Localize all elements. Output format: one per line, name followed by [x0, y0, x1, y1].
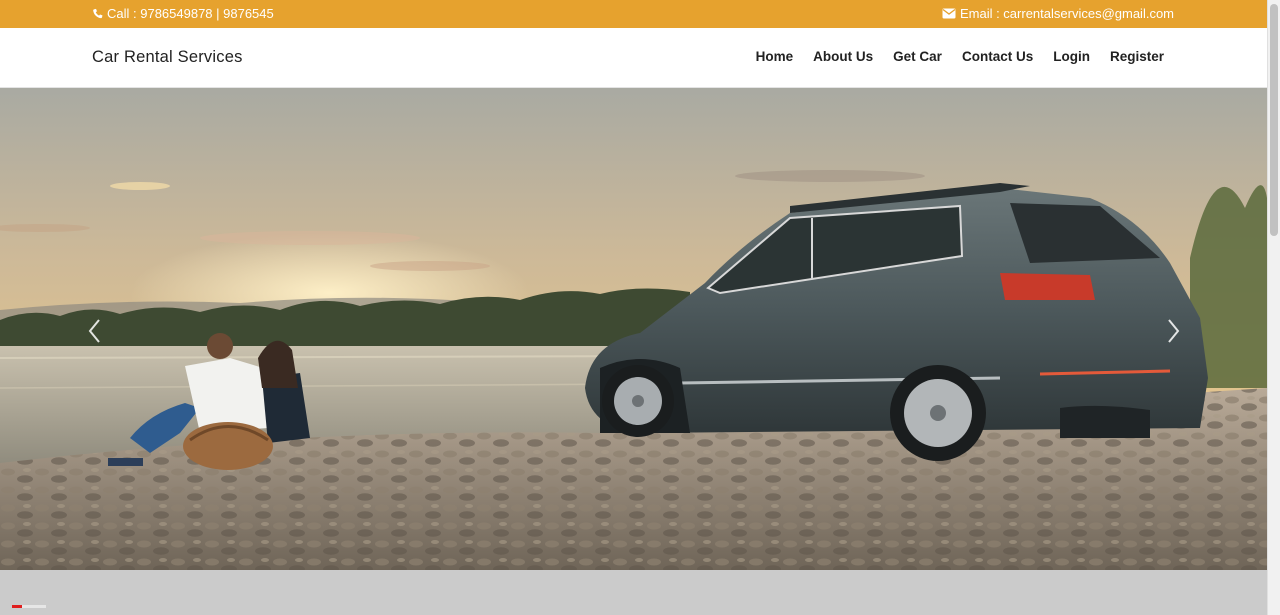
hero-carousel [0, 88, 1267, 570]
envelope-icon [942, 8, 956, 19]
carousel-next-button[interactable] [1158, 316, 1188, 346]
contact-bar: Call : 9786549878 | 9876545 Email : carr… [0, 0, 1267, 28]
content-section [0, 570, 1267, 615]
page: Call : 9786549878 | 9876545 Email : carr… [0, 0, 1280, 615]
navbar: Car Rental Services Home About Us Get Ca… [0, 28, 1267, 88]
nav-register[interactable]: Register [1110, 49, 1164, 64]
scrollbar-thumb[interactable] [1270, 4, 1278, 236]
vertical-scrollbar[interactable] [1267, 0, 1280, 615]
email-contact[interactable]: Email : carrentalservices@gmail.com [942, 6, 1174, 21]
phone-icon [92, 8, 103, 20]
nav-home[interactable]: Home [756, 49, 794, 64]
loading-progress [12, 605, 22, 608]
nav-about-us[interactable]: About Us [813, 49, 873, 64]
chevron-left-icon [88, 319, 100, 343]
nav-get-car[interactable]: Get Car [893, 49, 942, 64]
chevron-right-icon [1168, 319, 1180, 343]
phone-text: Call : 9786549878 | 9876545 [107, 6, 274, 21]
phone-contact[interactable]: Call : 9786549878 | 9876545 [92, 6, 274, 21]
loading-indicator [12, 605, 46, 608]
main-menu: Home About Us Get Car Contact Us Login R… [756, 49, 1164, 64]
brand-logo[interactable]: Car Rental Services [92, 48, 243, 67]
carousel-prev-button[interactable] [80, 316, 110, 346]
nav-contact-us[interactable]: Contact Us [962, 49, 1033, 64]
nav-login[interactable]: Login [1053, 49, 1090, 64]
hero-image [0, 88, 1267, 570]
email-text: Email : carrentalservices@gmail.com [959, 6, 1174, 21]
